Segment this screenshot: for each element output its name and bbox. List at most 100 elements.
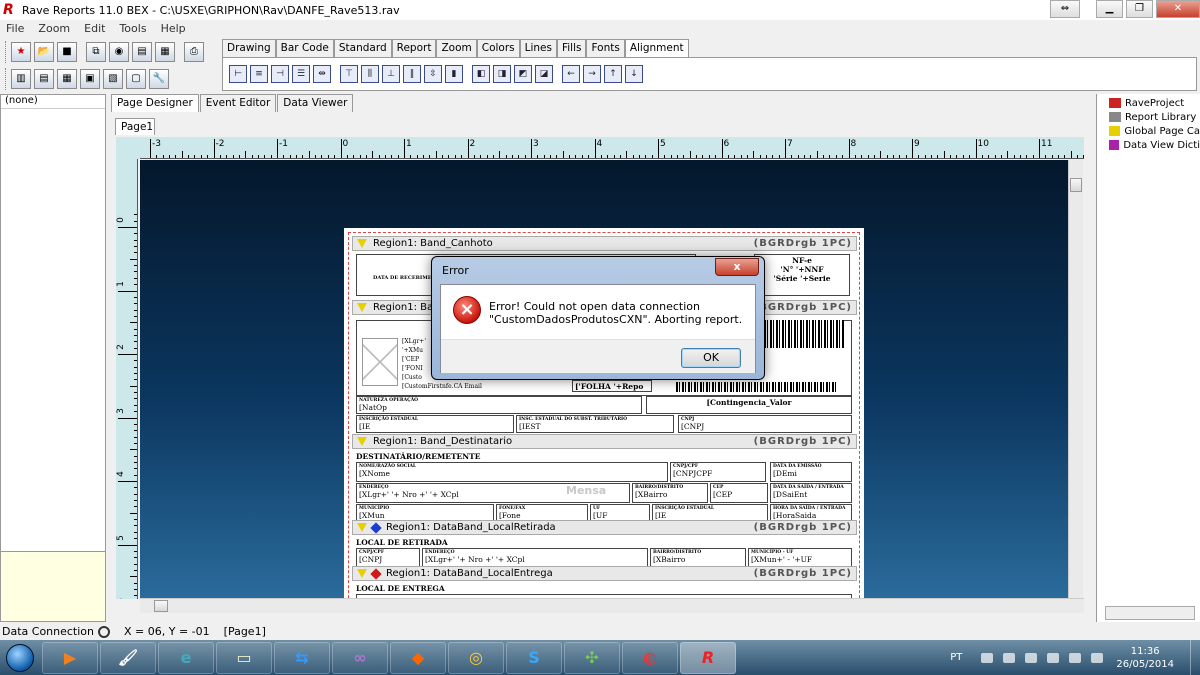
language-indicator[interactable]: PT [950, 652, 962, 663]
close-button[interactable]: ✕ [1156, 0, 1200, 18]
menu-file[interactable]: File [6, 22, 24, 35]
file-explorer-icon[interactable]: ▭ [216, 641, 272, 674]
volume-icon[interactable] [1091, 652, 1104, 663]
tab-page-designer[interactable]: Page Designer [111, 94, 199, 112]
natureza-field[interactable]: NATUREZA OPERAÇÃO [NatOp [356, 396, 642, 414]
nfe-box[interactable]: NF-e 'N° '+NNF 'Série '+Serie [754, 254, 850, 296]
align-hcenter-icon[interactable]: ≡ [250, 65, 268, 83]
paint-icon[interactable]: 🖌 [100, 641, 156, 674]
tray-arrow-icon[interactable] [981, 652, 994, 663]
folha-field[interactable]: ['FOLHA '+Repo [572, 380, 652, 392]
barcode-bottom[interactable] [676, 382, 836, 392]
align-left-icon[interactable]: ⊢ [229, 65, 247, 83]
horizontal-scroll-thumb[interactable] [154, 600, 168, 612]
action-center-icon[interactable] [1003, 652, 1016, 663]
network-status-icon[interactable] [1047, 652, 1060, 663]
media-player-icon[interactable]: ▶ [42, 641, 98, 674]
align-vcenter-page-icon[interactable]: ‖ [403, 65, 421, 83]
tab-standard[interactable]: Standard [333, 39, 392, 57]
vertical-scrollbar[interactable] [1068, 160, 1083, 598]
menu-edit[interactable]: Edit [84, 22, 105, 35]
component-selector[interactable]: (none) [1, 95, 105, 109]
tab-colors[interactable]: Colors [476, 39, 520, 57]
tab-data-viewer[interactable]: Data Viewer [277, 94, 354, 112]
wrench-icon[interactable]: 🔧 [149, 68, 169, 89]
rave-reports-alt-icon[interactable]: ◍ [622, 641, 678, 674]
contingencia-field[interactable]: [Contingencia_Valor [646, 396, 852, 414]
space-vertical-icon[interactable]: ⇳ [424, 65, 442, 83]
band-local-retirada[interactable]: Region1: DataBand_LocalRetirada (BGRDrgb… [352, 520, 857, 535]
office-icon[interactable]: ◆ [390, 641, 446, 674]
cnpj-field[interactable]: CNPJ [CNPJ [678, 415, 852, 433]
print-icon[interactable]: ⎙ [184, 41, 204, 62]
band-icon[interactable]: ▤ [34, 68, 54, 89]
data-text-icon[interactable]: ▣ [80, 68, 100, 89]
tree-data-view-dictionary[interactable]: Data View Dicti [1097, 138, 1200, 152]
rave-app-icon[interactable]: R [3, 2, 19, 18]
align-top-icon[interactable]: ⊤ [340, 65, 358, 83]
ok-button[interactable]: OK [681, 348, 741, 368]
new-report-icon[interactable]: ◉ [109, 41, 129, 62]
tree-global-page-catalog[interactable]: Global Page Ca [1097, 124, 1200, 138]
logo-placeholder-icon[interactable] [362, 338, 398, 386]
copy-icon[interactable]: ⧉ [86, 41, 106, 62]
dest-nome-field[interactable]: NOME/RAZÃO SOCIAL [XNome [356, 462, 668, 482]
teamviewer-icon[interactable]: ⇆ [274, 641, 330, 674]
equal-height-icon[interactable]: ▮ [445, 65, 463, 83]
clock[interactable]: 11:36 26/05/2014 [1116, 645, 1174, 671]
vertical-scroll-thumb[interactable] [1070, 178, 1082, 192]
data-band-icon[interactable]: ▦ [57, 68, 77, 89]
tab-fonts[interactable]: Fonts [586, 39, 625, 57]
move-up-icon[interactable]: ↑ [604, 65, 622, 83]
send-to-back-icon[interactable]: ◨ [493, 65, 511, 83]
barcode-top[interactable] [764, 320, 844, 348]
move-down-icon[interactable]: ↓ [625, 65, 643, 83]
tree-hscrollbar[interactable] [1105, 606, 1195, 620]
menu-tools[interactable]: Tools [119, 22, 146, 35]
page-icon[interactable]: ▢ [126, 68, 146, 89]
dest-dsaient-field[interactable]: DATA DA SAÍDA / ENTRADA [DSaiEnt [770, 483, 852, 503]
swap-icon[interactable]: ⇔ [1050, 0, 1080, 18]
align-bottom-icon[interactable]: ⊥ [382, 65, 400, 83]
align-hcenter-page-icon[interactable]: ☰ [292, 65, 310, 83]
new-data-object-icon[interactable]: ▤ [132, 41, 152, 62]
rave-reports-icon[interactable]: R [680, 641, 736, 674]
minimize-button[interactable]: ▁ [1096, 0, 1123, 18]
space-horizontal-icon[interactable]: ⇹ [313, 65, 331, 83]
new-project-icon[interactable]: ★ [11, 41, 31, 62]
bring-forward-icon[interactable]: ◩ [514, 65, 532, 83]
tree-rave-project[interactable]: RaveProject [1097, 96, 1200, 110]
region-icon[interactable]: ▥ [11, 68, 31, 89]
dest-bairro-field[interactable]: BAIRRO/DISTRITO [XBairro [632, 483, 708, 503]
tab-report[interactable]: Report [391, 39, 437, 57]
start-button[interactable] [0, 642, 40, 674]
band-destinatario[interactable]: Region1: Band_Destinatario (BGRDrgb 1PC) [352, 434, 857, 449]
skype-icon[interactable]: S [506, 641, 562, 674]
tab-bar-code[interactable]: Bar Code [275, 39, 334, 57]
horizontal-scrollbar[interactable] [140, 598, 1084, 613]
move-left-icon[interactable]: ← [562, 65, 580, 83]
dest-demi-field[interactable]: DATA DA EMISSÃO [DEmi [770, 462, 852, 482]
move-right-icon[interactable]: → [583, 65, 601, 83]
open-icon[interactable]: 📂 [34, 41, 54, 62]
tab-lines[interactable]: Lines [519, 39, 557, 57]
align-vcenter-icon[interactable]: ⫼ [361, 65, 379, 83]
show-desktop-button[interactable] [1190, 640, 1200, 675]
toolbar-grip[interactable] [5, 67, 9, 90]
iest-field[interactable]: INSC. ESTADUAL DO SUBST. TRIBUTÁRIO [IES… [516, 415, 674, 433]
toolbar-grip[interactable] [5, 40, 9, 63]
chrome-icon[interactable]: ◎ [448, 641, 504, 674]
tab-page1[interactable]: Page1 [115, 118, 155, 135]
align-right-icon[interactable]: ⊣ [271, 65, 289, 83]
network-icon[interactable]: ✣ [564, 641, 620, 674]
ie-field[interactable]: INSCRIÇÃO ESTADUAL [IE [356, 415, 514, 433]
send-backward-icon[interactable]: ◪ [535, 65, 553, 83]
save-icon[interactable]: ■ [57, 41, 77, 62]
tab-event-editor[interactable]: Event Editor [199, 94, 277, 112]
retirada-cnpj-field[interactable]: CNPJ/CPF [CNPJ [356, 548, 420, 568]
retirada-mun-field[interactable]: MUNICÍPIO - UF [XMun+' - '+UF [748, 548, 852, 568]
retirada-bairro-field[interactable]: BAIRRO/DISTRITO [XBairro [650, 548, 746, 568]
tab-zoom[interactable]: Zoom [436, 39, 477, 57]
tab-alignment[interactable]: Alignment [624, 39, 689, 58]
tray-app-icon[interactable] [1025, 652, 1038, 663]
